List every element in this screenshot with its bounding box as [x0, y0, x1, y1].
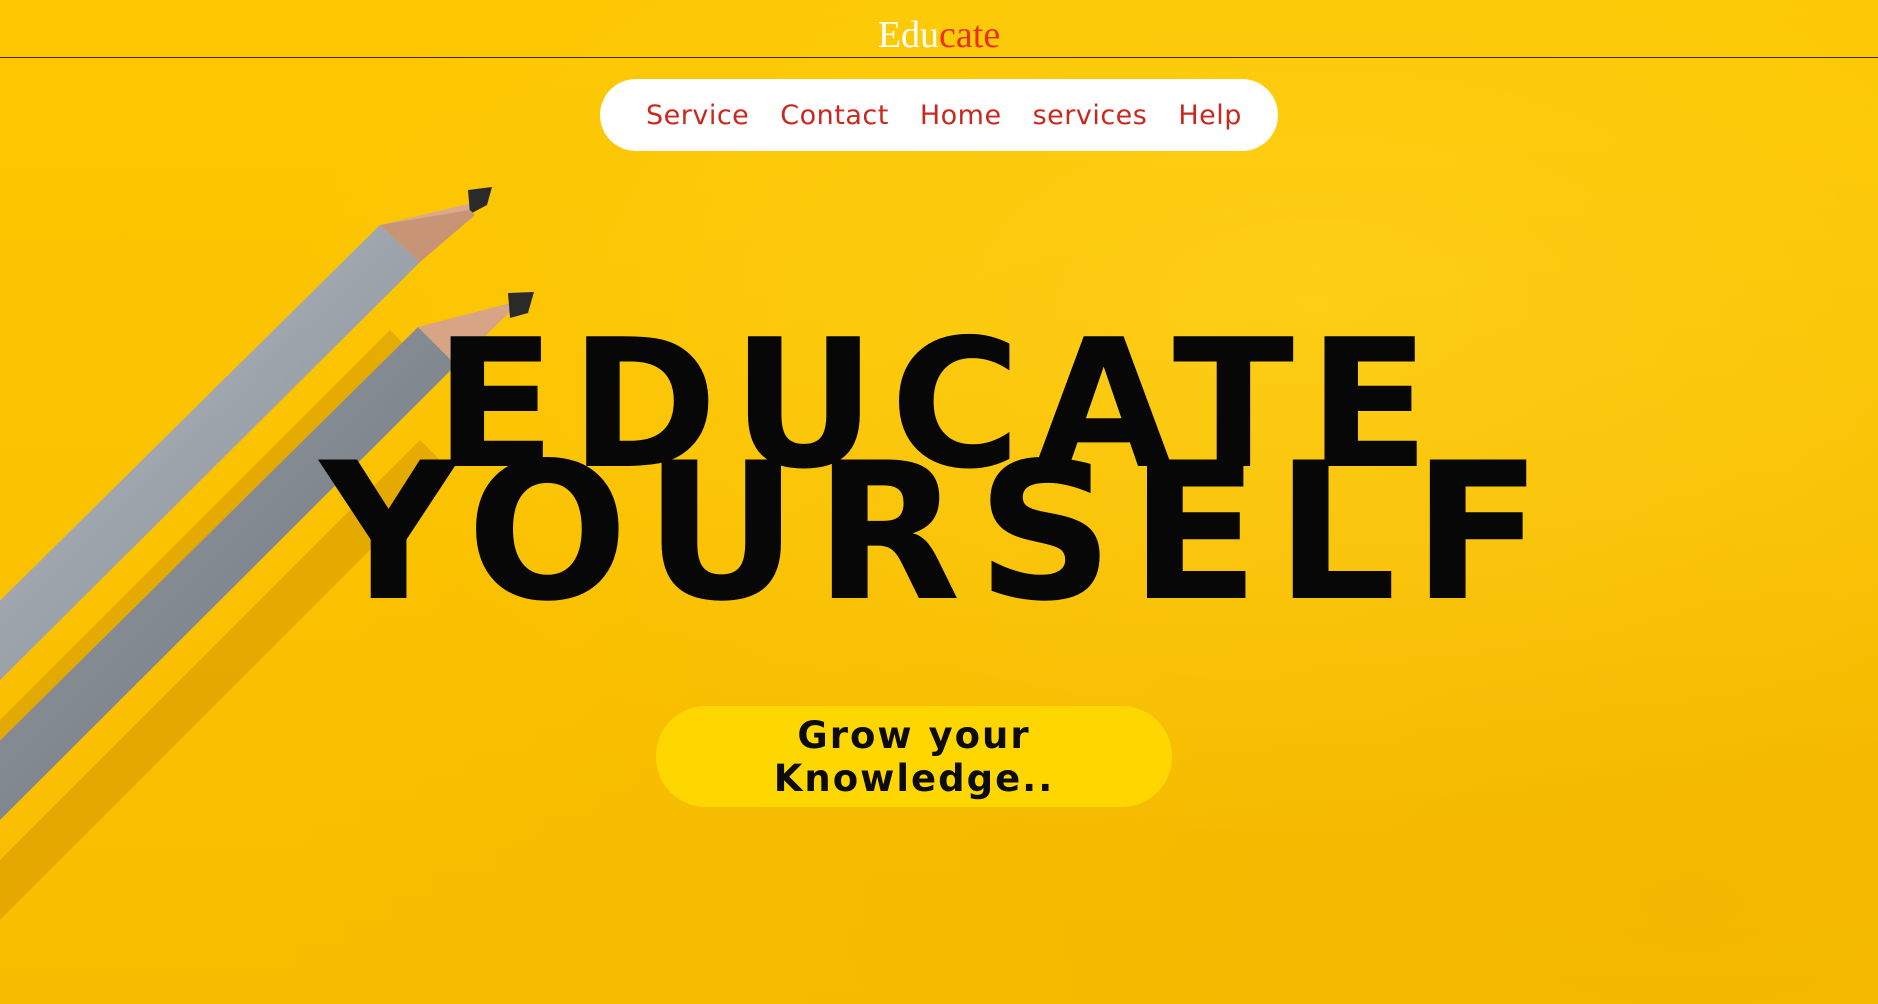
logo-text-primary: Edu: [877, 14, 940, 56]
hero-heading-line2: YOURSELF: [319, 422, 1559, 643]
nav-item-home[interactable]: Home: [920, 100, 1002, 131]
nav-item-contact[interactable]: Contact: [780, 100, 889, 131]
nav-item-service[interactable]: Service: [646, 100, 749, 131]
nav-item-help[interactable]: Help: [1178, 100, 1242, 131]
site-logo[interactable]: Educate: [0, 12, 1878, 58]
logo-text-accent: cate: [939, 14, 1001, 56]
nav-item-services[interactable]: services: [1033, 100, 1148, 131]
top-bar: Educate: [0, 0, 1878, 58]
main-nav: Service Contact Home services Help: [600, 79, 1278, 151]
grow-knowledge-button[interactable]: Grow your Knowledge..: [656, 706, 1172, 807]
